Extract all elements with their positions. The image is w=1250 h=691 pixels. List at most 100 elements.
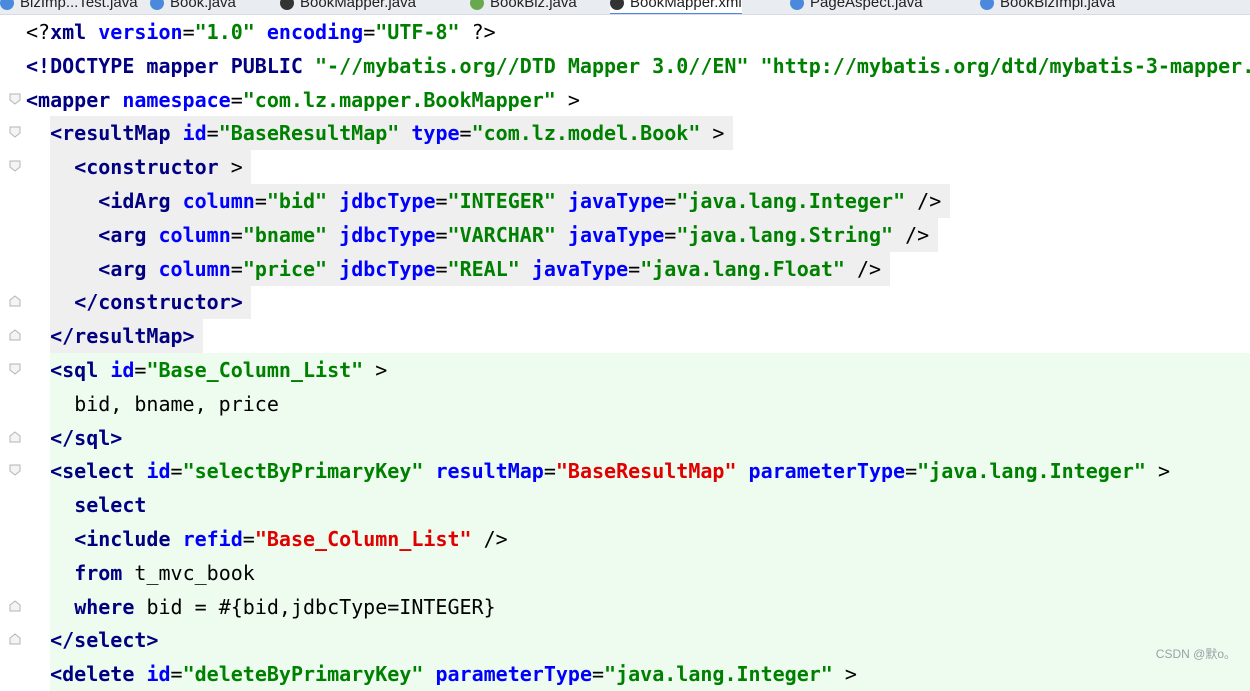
code-token: <select <box>50 459 135 484</box>
code-token: = <box>254 189 267 213</box>
code-token: = <box>592 662 605 687</box>
code-token: "java.lang.Float" <box>640 256 845 281</box>
code-text[interactable]: bid, bname, price <box>74 392 279 416</box>
code-token: "http://mybatis.org/dtd/mybatis-3-mapper… <box>760 53 1250 78</box>
code-token: = <box>543 459 556 484</box>
code-text[interactable]: <arg column="price" jdbcType="REAL" java… <box>98 257 881 281</box>
code-line: </resultMap> <box>0 319 1250 354</box>
code-token: type <box>411 121 460 146</box>
code-token: "BaseResultMap" <box>218 121 400 146</box>
code-token: encoding <box>266 20 364 44</box>
code-token: = <box>230 256 243 281</box>
code-token: column <box>158 256 231 281</box>
tab-label: BookBizImpl.java <box>1000 0 1116 11</box>
code-line: <delete id="deleteByPrimaryKey" paramete… <box>0 657 1250 691</box>
code-text[interactable]: <idArg column="bid" jdbcType="INTEGER" j… <box>98 189 941 213</box>
code-token: "UTF-8" <box>375 20 460 44</box>
tab-pageaspect-java[interactable]: PageAspect.java <box>790 0 923 13</box>
code-text[interactable]: <mapper namespace="com.lz.mapper.BookMap… <box>26 88 580 112</box>
code-text[interactable]: <sql id="Base_Column_List" > <box>50 358 387 382</box>
code-token: jdbcType <box>339 189 436 213</box>
code-token: "-//mybatis.org//DTD Mapper 3.0//EN" <box>315 53 749 78</box>
code-text[interactable]: <delete id="deleteByPrimaryKey" paramete… <box>50 662 857 686</box>
code-text[interactable]: <?xml version="1.0" encoding="UTF-8" ?> <box>26 20 496 44</box>
code-token: </select> <box>50 628 159 653</box>
code-token: <idArg <box>98 189 171 213</box>
code-line: <arg column="bname" jdbcType="VARCHAR" j… <box>0 217 1250 252</box>
code-token: = <box>363 20 376 44</box>
code-text[interactable]: <!DOCTYPE mapper PUBLIC "-//mybatis.org/… <box>26 54 1250 78</box>
code-line: <!DOCTYPE mapper PUBLIC "-//mybatis.org/… <box>0 49 1250 83</box>
code-token: <sql <box>50 358 99 382</box>
code-text[interactable]: </constructor> <box>74 290 243 314</box>
code-token: </sql> <box>50 425 123 450</box>
code-token: /> <box>471 527 508 551</box>
code-text[interactable]: <select id="selectByPrimaryKey" resultMa… <box>50 459 1170 483</box>
code-token: = <box>170 459 183 484</box>
code-line: from t_mvc_book <box>0 555 1250 590</box>
code-token: id <box>182 121 207 146</box>
code-token: refid <box>182 527 243 551</box>
code-text[interactable]: from t_mvc_book <box>74 561 255 585</box>
code-text[interactable]: <resultMap id="BaseResultMap" type="com.… <box>50 121 724 145</box>
tab-label: BookMapper.java <box>300 0 416 11</box>
code-text[interactable]: <constructor > <box>74 155 243 179</box>
tab-bookbizimpl-java[interactable]: BookBizImpl.java <box>980 0 1115 13</box>
code-token: "1.0" <box>194 20 255 44</box>
code-token: = <box>628 256 641 281</box>
code-line: where bid = #{bid,jdbcType=INTEGER} <box>0 589 1250 624</box>
code-token: bid, bname, price <box>74 391 279 416</box>
java-class-icon <box>0 0 14 11</box>
code-token: namespace <box>122 87 231 112</box>
code-text[interactable]: <arg column="bname" jdbcType="VARCHAR" j… <box>98 223 929 247</box>
code-text[interactable]: </resultMap> <box>50 324 195 348</box>
code-token: = <box>435 222 448 247</box>
code-token: <? <box>26 20 51 44</box>
code-token: jdbcType <box>339 256 436 281</box>
code-token: > <box>218 155 243 180</box>
code-token: javaType <box>567 189 665 213</box>
code-token: = <box>170 662 183 687</box>
tab-bookmapper-java[interactable]: BookMapper.java <box>280 0 416 13</box>
sql-block-highlight <box>50 488 1250 523</box>
code-token: = <box>230 87 243 112</box>
code-text[interactable]: </select> <box>50 628 158 652</box>
code-text[interactable]: where bid = #{bid,jdbcType=INTEGER} <box>74 595 495 619</box>
code-line: </constructor> <box>0 285 1250 320</box>
code-token: "java.lang.String" <box>676 222 894 247</box>
code-token: "bid" <box>266 189 328 213</box>
code-token: = <box>206 121 219 146</box>
code-line: </sql> <box>0 420 1250 455</box>
code-text[interactable]: select <box>74 493 146 517</box>
code-token: column <box>158 222 231 247</box>
tab-bizimp-test-java[interactable]: BizImp...Test.java <box>0 0 138 13</box>
tab-bookbiz-java[interactable]: BookBiz.java <box>470 0 577 13</box>
code-token: javaType <box>531 256 629 281</box>
code-editor[interactable]: <?xml version="1.0" encoding="UTF-8" ?> <… <box>0 15 1250 691</box>
code-token: = <box>242 527 255 551</box>
sql-block-highlight <box>50 623 1250 658</box>
code-token: column <box>182 189 255 213</box>
code-token: /> <box>893 222 930 247</box>
code-token: = <box>435 256 448 281</box>
tab-book-java[interactable]: Book.java <box>150 0 236 13</box>
tab-bookmapper-xml[interactable]: BookMapper.xml <box>610 0 742 14</box>
code-text[interactable]: </sql> <box>50 426 122 450</box>
code-token: "com.lz.model.Book" <box>471 121 701 146</box>
code-text[interactable]: <include refid="Base_Column_List" /> <box>74 527 508 551</box>
code-token: > <box>700 121 725 146</box>
sql-block-highlight <box>50 420 1250 455</box>
code-token: "deleteByPrimaryKey" <box>182 662 424 687</box>
code-line: </select> <box>0 623 1250 658</box>
code-token: <include <box>74 527 171 551</box>
code-token: xml <box>50 20 87 44</box>
